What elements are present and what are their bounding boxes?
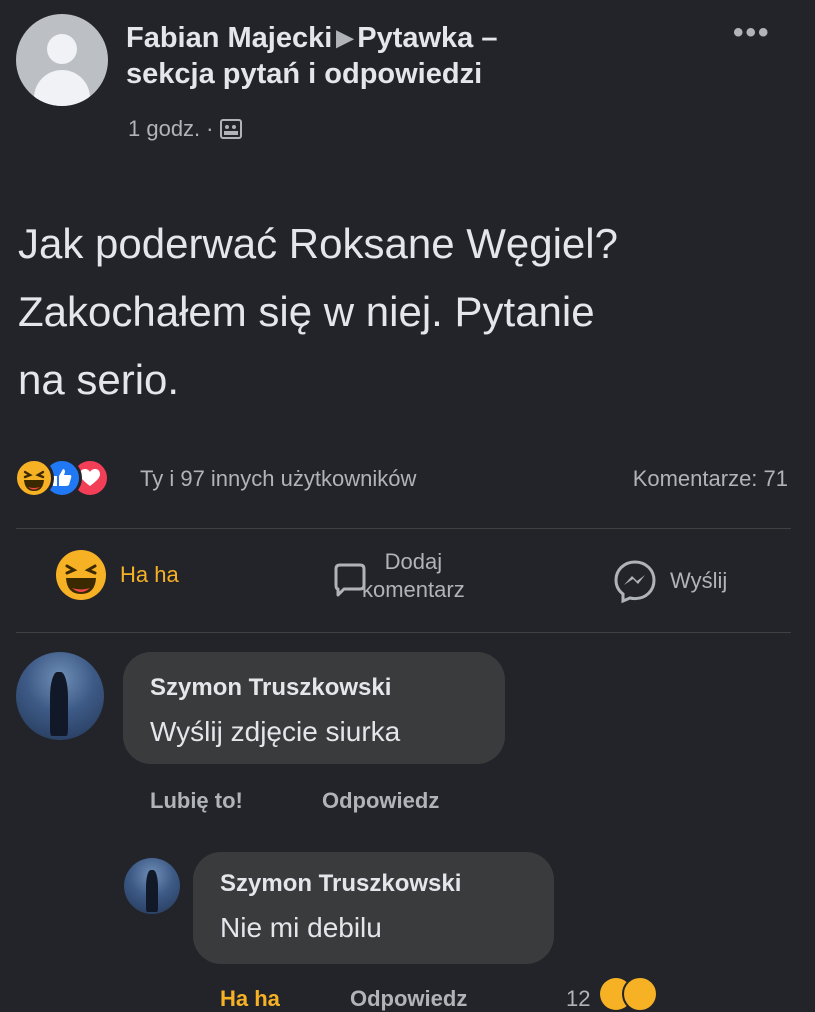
arrow-right-icon: ▶ xyxy=(336,25,354,50)
more-options-icon[interactable]: ••• xyxy=(733,16,771,50)
comment-bubble xyxy=(193,852,554,964)
post-meta: 1 godz. · xyxy=(128,116,242,142)
haha-icon xyxy=(14,458,54,498)
reply-button[interactable]: Odpowiedz xyxy=(350,986,467,1012)
add-comment-label-line2: komentarz xyxy=(362,577,465,602)
haha-label: Ha ha xyxy=(120,562,179,587)
add-comment-label-line1: Dodaj xyxy=(384,549,443,574)
haha-icon xyxy=(56,550,106,600)
group-name-continued[interactable]: sekcja pytań i odpowiedzi xyxy=(126,58,482,90)
like-comment-button[interactable]: Lubię to! xyxy=(150,788,243,814)
divider xyxy=(16,632,791,633)
commenter-name[interactable]: Szymon Truszkowski xyxy=(150,674,391,702)
messenger-icon xyxy=(614,560,656,604)
post-body-line: Zakochałem się w niej. Pytanie xyxy=(18,288,595,335)
add-comment-button[interactable]: Dodaj komentarz xyxy=(330,548,465,604)
group-name[interactable]: Pytawka – xyxy=(357,22,497,54)
send-button[interactable]: Wyślij xyxy=(612,558,727,604)
comment-count[interactable]: Komentarze: 71 xyxy=(633,466,788,492)
author-name[interactable]: Fabian Majecki xyxy=(126,22,332,54)
haha-icon xyxy=(622,976,658,1012)
commenter-name[interactable]: Szymon Truszkowski xyxy=(220,870,461,898)
post-body-line: Jak poderwać Roksane Węgiel? xyxy=(18,220,618,267)
post-body-line: na serio. xyxy=(18,356,180,403)
post-header: Fabian Majecki ▶ Pytawka – sekcja pytań i … xyxy=(126,20,646,92)
send-label: Wyślij xyxy=(670,568,728,593)
comment-text: Nie mi debilu xyxy=(220,912,382,943)
group-privacy-icon xyxy=(219,119,242,139)
comment-reaction-count[interactable]: 12 xyxy=(566,986,590,1012)
comment-text: Wyślij zdjęcie siurka xyxy=(150,716,401,747)
haha-button[interactable]: Ha ha xyxy=(56,550,179,600)
divider xyxy=(16,528,791,529)
reply-button[interactable]: Odpowiedz xyxy=(322,788,439,814)
reaction-summary[interactable]: Ty i 97 innych użytkowników xyxy=(140,466,416,492)
commenter-avatar[interactable] xyxy=(16,652,104,740)
author-avatar[interactable] xyxy=(16,14,108,106)
commenter-avatar[interactable] xyxy=(124,858,180,914)
meta-separator: · xyxy=(206,116,214,141)
post-body: Jak poderwać Roksane Węgiel? Zakochałem … xyxy=(18,210,808,414)
haha-comment-button[interactable]: Ha ha xyxy=(220,986,280,1012)
post-time[interactable]: 1 godz. xyxy=(128,116,200,142)
reaction-icons[interactable] xyxy=(14,458,110,498)
